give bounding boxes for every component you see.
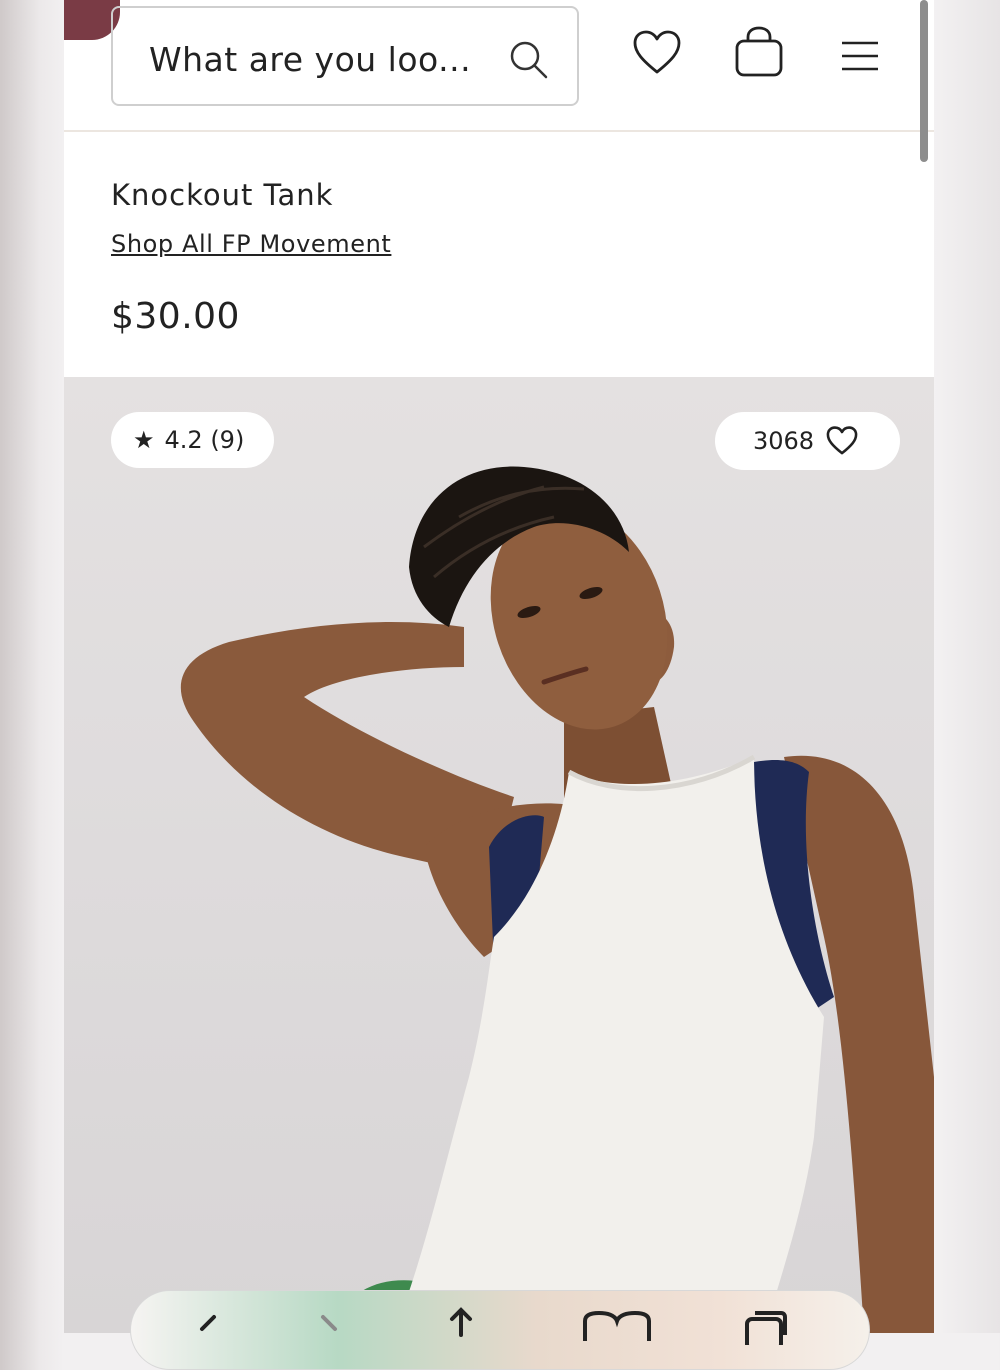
product-title: Knockout Tank xyxy=(111,178,334,212)
heart-icon xyxy=(826,426,858,456)
search-placeholder: What are you loo... xyxy=(149,40,472,79)
likes-count: 3068 xyxy=(753,427,815,455)
background-edge xyxy=(934,0,1000,1333)
collection-link[interactable]: Shop All FP Movement xyxy=(111,230,391,258)
search-icon[interactable] xyxy=(507,38,551,86)
product-image[interactable]: ★ 4.2 (9) 3068 xyxy=(64,377,934,1333)
bookmarks-icon[interactable] xyxy=(579,1305,655,1349)
browser-toolbar xyxy=(130,1290,870,1370)
back-icon[interactable] xyxy=(186,1305,226,1349)
product-page: What are you loo... Knockout Tank Shop A… xyxy=(64,0,934,1333)
tabs-icon[interactable] xyxy=(743,1305,789,1351)
model-photo xyxy=(180,466,934,1333)
menu-icon[interactable] xyxy=(840,40,880,76)
share-icon[interactable] xyxy=(441,1305,481,1349)
product-price: $30.00 xyxy=(111,296,240,337)
scrollbar[interactable] xyxy=(920,0,928,162)
forward-icon[interactable] xyxy=(311,1305,351,1349)
site-header: What are you loo... xyxy=(64,0,934,132)
search-input[interactable]: What are you loo... xyxy=(111,6,579,106)
shopping-bag-icon[interactable] xyxy=(734,26,784,82)
heart-icon[interactable] xyxy=(632,30,682,80)
star-icon: ★ xyxy=(133,426,155,454)
rating-badge[interactable]: ★ 4.2 (9) xyxy=(111,412,274,468)
favorites-badge[interactable]: 3068 xyxy=(715,412,900,470)
rating-value: 4.2 (9) xyxy=(164,426,245,454)
